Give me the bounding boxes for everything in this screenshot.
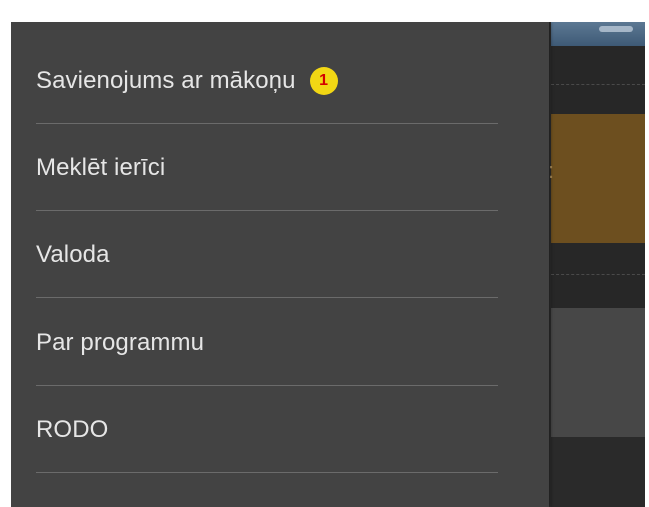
menu-item-cloud-connection[interactable]: Savienojums ar mākoņu 1 xyxy=(36,37,498,124)
menu-item-label: Par programmu xyxy=(36,328,205,356)
menu-divider xyxy=(36,297,498,298)
menu-item-language[interactable]: Valoda xyxy=(36,211,498,298)
menu-item-label: RODO xyxy=(36,415,109,443)
background-image-strip xyxy=(551,22,645,46)
background-panel xyxy=(551,308,645,437)
menu-item-label: Meklēt ierīci xyxy=(36,153,166,181)
background-footer xyxy=(551,437,645,507)
background-divider xyxy=(551,84,645,85)
menu-divider xyxy=(36,472,498,473)
menu-item-label: Savienojums ar mākoņu xyxy=(36,66,296,94)
menu-item-rodo[interactable]: RODO xyxy=(36,386,498,473)
background-row xyxy=(551,46,645,114)
background-divider xyxy=(551,274,645,275)
background-tile xyxy=(551,114,645,243)
menu-item-find-device[interactable]: Meklēt ierīci xyxy=(36,124,498,211)
background-row xyxy=(551,243,645,308)
navigation-drawer: Savienojums ar mākoņu 1 Meklēt ierīci Va… xyxy=(11,22,549,507)
app-viewport: : Savienojums ar mākoņu 1 Meklēt ierīci … xyxy=(11,22,645,507)
notification-badge: 1 xyxy=(309,66,338,95)
menu-item-label: Valoda xyxy=(36,240,110,268)
menu-item-about[interactable]: Par programmu xyxy=(36,299,498,386)
